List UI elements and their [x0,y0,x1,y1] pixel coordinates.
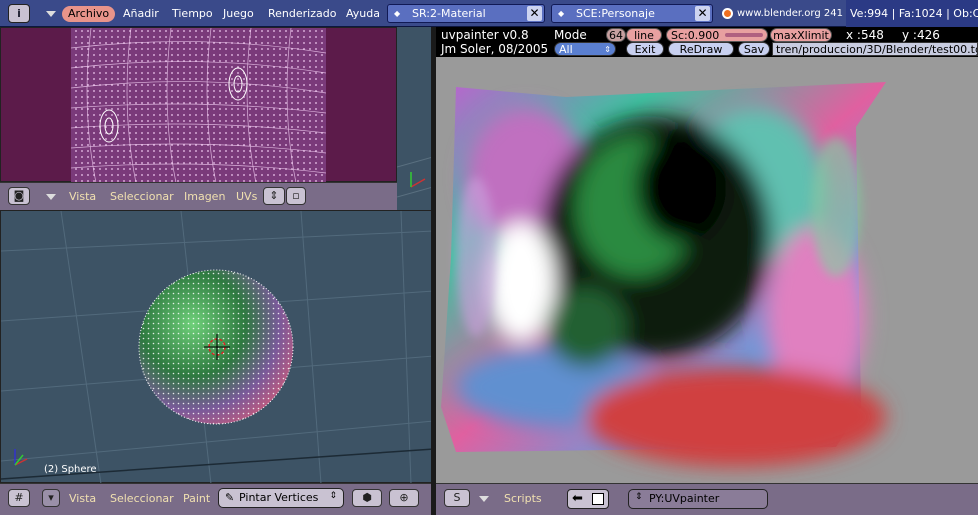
v3d-menu-seleccionar[interactable]: Seleccionar [110,491,174,507]
menu-renderizado[interactable]: Renderizado [268,6,336,22]
blender-logo-icon [722,8,733,19]
collapse-arrow-icon[interactable]: ▾ [42,489,60,507]
script-name: PY:UVpainter [649,492,720,505]
script-window-icon[interactable]: S [444,489,470,507]
image-new-icon[interactable]: ▫ [286,187,306,205]
checkbox-icon [592,493,604,505]
collapse-arrow-icon[interactable] [46,194,56,200]
script-nav-button[interactable]: ⬅ [567,489,609,509]
save-button[interactable]: Sav [738,42,770,56]
draw-type-icon[interactable]: ⬢ [352,489,382,507]
menu-juego[interactable]: Juego [223,6,254,22]
updown-icon: ◆ [558,9,565,18]
updown-icon: ⇕ [635,492,643,502]
mode-select[interactable]: ✎ Pintar Vertices ⇕ [218,488,344,508]
scale-value: Sc:0.900 [671,29,720,42]
close-icon[interactable]: ✕ [695,6,710,21]
scene-stats: Ve:994 | Fa:1024 | Ob:C [846,0,978,27]
maxlimit-button[interactable]: maxXlimit [770,28,832,42]
3d-viewport[interactable]: (2) Sphere [0,210,434,484]
select-all-dropdown[interactable]: All ⇕ [554,42,616,56]
screen-selector[interactable]: ◆ SR:2-Material ✕ [387,4,545,23]
3d-view-header: # ▾ Vista Seleccionar Paint ✎ Pintar Ver… [0,483,433,515]
uvpainter-canvas[interactable] [436,57,978,483]
uv-menu-seleccionar[interactable]: Seleccionar [110,189,174,205]
uvpainter-author: Jm Soler, 08/2005 [441,42,549,56]
uv-mesh [70,28,327,183]
axis-gizmo-icon [397,156,433,198]
active-object-label: (2) Sphere [44,464,97,475]
exit-button[interactable]: Exit [626,42,664,56]
menu-anadir[interactable]: Añadir [123,6,159,22]
scene-name: SCE:Personaje [576,7,655,20]
v3d-menu-paint[interactable]: Paint [183,491,210,507]
updown-icon: ◆ [394,9,401,18]
menu-archivo[interactable]: Archivo [62,6,116,22]
uv-editor-type-icon[interactable]: ◙ [8,187,30,205]
scripts-menu[interactable]: Scripts [504,491,542,507]
scene-selector[interactable]: ◆ SCE:Personaje ✕ [551,4,713,23]
uvpainter-title: uvpainter v0.8 [441,28,529,42]
back-arrow-icon: ⬅ [572,491,583,506]
main-menu-bar: i Archivo Añadir Tiempo Juego Renderizad… [0,0,978,27]
x-coordinate: x :548 [846,28,884,42]
mode-value[interactable]: 64 [606,28,626,42]
mode-select-value: Pintar Vertices [239,491,319,504]
updown-icon: ⇕ [604,45,611,54]
menu-ayuda[interactable]: Ayuda [346,6,380,22]
uv-menu-vista[interactable]: Vista [69,189,96,205]
pivot-icon[interactable]: ⊕ [389,489,419,507]
redraw-button[interactable]: ReDraw [668,42,734,56]
updown-icon: ⇕ [329,491,337,501]
blender-url: www.blender.org 241 [737,8,843,19]
uv-editor-area[interactable] [0,27,397,183]
viewport-scene [1,211,434,484]
collapse-arrow-icon[interactable] [46,11,56,17]
uv-menu-imagen[interactable]: Imagen [184,189,225,205]
image-browse-icon[interactable]: ⇕ [263,187,285,205]
menu-tiempo[interactable]: Tiempo [172,6,213,22]
collapse-arrow-icon[interactable] [479,496,489,502]
y-coordinate: y :426 [902,28,940,42]
uv-menu-uvs[interactable]: UVs [236,189,257,205]
select-all-value: All [559,43,573,56]
script-selector[interactable]: ⇕ PY:UVpainter [628,489,768,509]
mode-label: Mode [554,28,587,42]
painted-texture [441,82,886,467]
info-icon[interactable]: i [8,4,30,23]
path-field[interactable]: tren/produccion/3D/Blender/test00.tg [772,42,978,56]
brush-icon: ✎ [225,491,235,504]
uvpainter-header: uvpainter v0.8 Jm Soler, 08/2005 Mode 64… [436,27,978,57]
line-button[interactable]: line [626,28,662,42]
uv-editor-header: ◙ Vista Seleccionar Imagen UVs ⇕ ▫ [0,182,397,210]
close-icon[interactable]: ✕ [527,6,542,21]
scale-slider-bar [725,33,763,37]
script-window-header: S Scripts ⬅ ⇕ PY:UVpainter [436,483,978,515]
scale-slider[interactable]: Sc:0.900 [666,28,768,42]
screen-name: SR:2-Material [412,7,486,20]
side-3d-view[interactable] [397,27,433,210]
v3d-menu-vista[interactable]: Vista [69,491,96,507]
editor-type-grid-icon[interactable]: # [8,489,30,507]
